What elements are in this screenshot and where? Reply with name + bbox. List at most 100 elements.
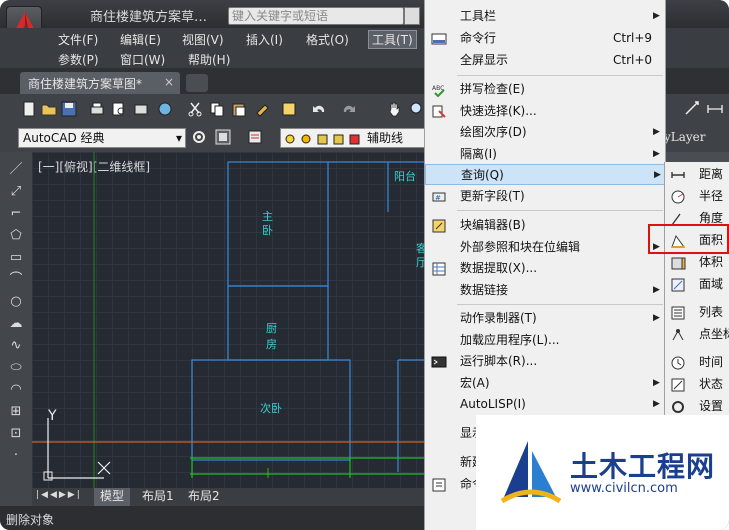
cut-icon[interactable]	[186, 100, 204, 118]
revision-cloud-icon[interactable]: ☁	[8, 316, 24, 332]
menu-help[interactable]: 帮助(H)	[188, 51, 230, 68]
menu-window[interactable]: 窗口(W)	[120, 51, 165, 68]
clock-icon	[671, 356, 685, 370]
submenu-item-status[interactable]: 状态	[665, 374, 729, 395]
submenu-item-set-variable[interactable]: 设置	[665, 396, 729, 417]
menu-item-macro[interactable]: 宏(A) ▶	[425, 373, 667, 394]
submenu-item-distance[interactable]: 距离	[665, 164, 729, 185]
linetype-value[interactable]: yLayer	[664, 130, 706, 144]
search-icon[interactable]	[404, 7, 420, 25]
menu-edit[interactable]: 编辑(E)	[120, 31, 161, 48]
menu-file[interactable]: 文件(F)	[58, 31, 98, 48]
menu-item-data-extraction[interactable]: 数据提取(X)...	[425, 258, 667, 279]
open-folder-icon[interactable]	[40, 100, 58, 118]
submenu-arrow-icon: ▶	[653, 149, 660, 159]
copy-icon[interactable]	[208, 100, 226, 118]
workspace-settings-icon[interactable]	[190, 128, 208, 146]
submenu-arrow-icon: ▶	[653, 399, 660, 409]
submenu-item-list[interactable]: 列表	[665, 302, 729, 323]
menu-separator	[457, 75, 663, 76]
menu-item-xref-edit[interactable]: 外部参照和块在位编辑 ▶	[425, 237, 667, 258]
menu-item-action-recorder[interactable]: 动作录制器(T) ▶	[425, 308, 667, 329]
new-tab-button[interactable]	[186, 74, 208, 92]
layer-state-icons	[285, 134, 360, 145]
menu-item-autolisp[interactable]: AutoLISP(I) ▶	[425, 394, 667, 415]
insert-block-icon[interactable]: ⊞	[8, 404, 24, 420]
undo-icon[interactable]	[310, 100, 328, 118]
print-icon[interactable]	[88, 100, 106, 118]
submenu-item-radius[interactable]: 半径	[665, 186, 729, 207]
tab-layout1[interactable]: 布局1	[136, 488, 180, 506]
menu-item-update-fields[interactable]: # 更新字段(T)	[425, 186, 667, 207]
submenu-arrow-icon: ▶	[653, 378, 660, 388]
menu-item-toolbars[interactable]: 工具栏 ▶	[425, 6, 667, 27]
workspace-value: AutoCAD 经典	[23, 131, 105, 145]
submenu-item-id-point[interactable]: 点坐标	[665, 324, 729, 345]
submenu-item-region[interactable]: 面域	[665, 274, 729, 295]
dimension-icon[interactable]	[684, 100, 702, 118]
block-editor-icon[interactable]	[280, 100, 298, 118]
print-preview-icon[interactable]	[110, 100, 128, 118]
svg-text:#: #	[435, 194, 441, 202]
menu-item-spelling[interactable]: ABC 拼写检查(E)	[425, 79, 667, 100]
search-input[interactable]: 键入关键字或短语	[228, 7, 404, 25]
tab-layout2[interactable]: 布局2	[182, 488, 226, 506]
status-icon	[671, 378, 685, 392]
submenu-item-time[interactable]: 时间	[665, 352, 729, 373]
menu-item-block-editor[interactable]: 块编辑器(B)	[425, 215, 667, 236]
watermark-logo-icon	[500, 441, 562, 504]
polygon-icon[interactable]: ⬠	[8, 228, 24, 244]
menu-parameters[interactable]: 参数(P)	[58, 51, 99, 68]
menu-item-draw-order[interactable]: 绘图次序(D) ▶	[425, 122, 667, 143]
construction-line-icon[interactable]: ⤢	[8, 184, 24, 200]
menu-item-isolate[interactable]: 隔离(I) ▶	[425, 144, 667, 165]
menu-item-load-application[interactable]: 加载应用程序(L)...	[425, 330, 667, 351]
data-extraction-icon	[432, 262, 446, 276]
menu-item-quick-select[interactable]: 快速选择(K)...	[425, 101, 667, 122]
new-file-icon[interactable]	[20, 100, 38, 118]
match-properties-icon[interactable]	[254, 100, 272, 118]
menu-insert[interactable]: 插入(I)	[246, 31, 283, 48]
redo-icon[interactable]	[340, 100, 358, 118]
menu-item-data-links[interactable]: 数据链接 ▶	[425, 280, 667, 301]
menu-item-run-script[interactable]: 运行脚本(R)...	[425, 351, 667, 372]
command-line-icon	[431, 33, 447, 45]
layer-properties-icon[interactable]	[246, 128, 264, 146]
linear-dimension-icon[interactable]	[706, 100, 724, 118]
block-editor-icon	[432, 219, 446, 233]
ellipse-icon[interactable]: ⬭	[8, 360, 24, 376]
submenu-arrow-icon: ▶	[653, 11, 660, 21]
close-icon[interactable]: ×	[164, 75, 174, 89]
menu-tools[interactable]: 工具(T)	[368, 30, 417, 49]
tab-scroll-arrows-icon[interactable]: |◀◀▶▶|	[36, 490, 82, 500]
menu-format[interactable]: 格式(O)	[306, 31, 349, 48]
rectangle-icon[interactable]: ▭	[8, 250, 24, 266]
tab-model[interactable]: 模型	[94, 488, 131, 506]
set-variable-icon	[672, 401, 684, 413]
pan-hand-icon[interactable]	[386, 100, 404, 118]
make-block-icon[interactable]: ⊡	[8, 426, 24, 442]
drawing-viewport[interactable]: [一][俯视][二维线框] 主 卧 厨 房 次卧 阳台 客 厅 Y	[32, 152, 432, 488]
arc-icon[interactable]: ⌒	[8, 272, 24, 288]
window-title: 商住楼建筑方案草…	[90, 10, 208, 25]
room-label-kitchen-a: 厨	[266, 322, 277, 335]
ellipse-arc-icon[interactable]: ◠	[8, 382, 24, 398]
customize-icon[interactable]	[214, 128, 232, 146]
menu-view[interactable]: 视图(V)	[182, 31, 224, 48]
point-icon[interactable]: ·	[8, 448, 24, 464]
paste-icon[interactable]	[230, 100, 248, 118]
menu-item-clean-screen[interactable]: 全屏显示 Ctrl+0	[425, 50, 667, 71]
globe-icon[interactable]	[156, 100, 174, 118]
menu-item-command-line[interactable]: 命令行 Ctrl+9	[425, 28, 667, 49]
document-tab[interactable]: 商住楼建筑方案草图* ×	[20, 72, 180, 94]
save-icon[interactable]	[60, 100, 78, 118]
menu-separator	[457, 210, 663, 211]
submenu-item-volume[interactable]: 体积	[665, 252, 729, 273]
workspace-dropdown[interactable]: AutoCAD 经典 ▾	[18, 128, 186, 148]
polyline-icon[interactable]: ⌐	[8, 206, 24, 222]
circle-icon[interactable]: ○	[8, 294, 24, 310]
spline-icon[interactable]: ∿	[8, 338, 24, 354]
menu-item-inquiry[interactable]: 查询(Q) ▶	[425, 164, 667, 185]
line-tool-icon[interactable]: ／	[8, 162, 24, 178]
publish-icon[interactable]	[132, 100, 150, 118]
